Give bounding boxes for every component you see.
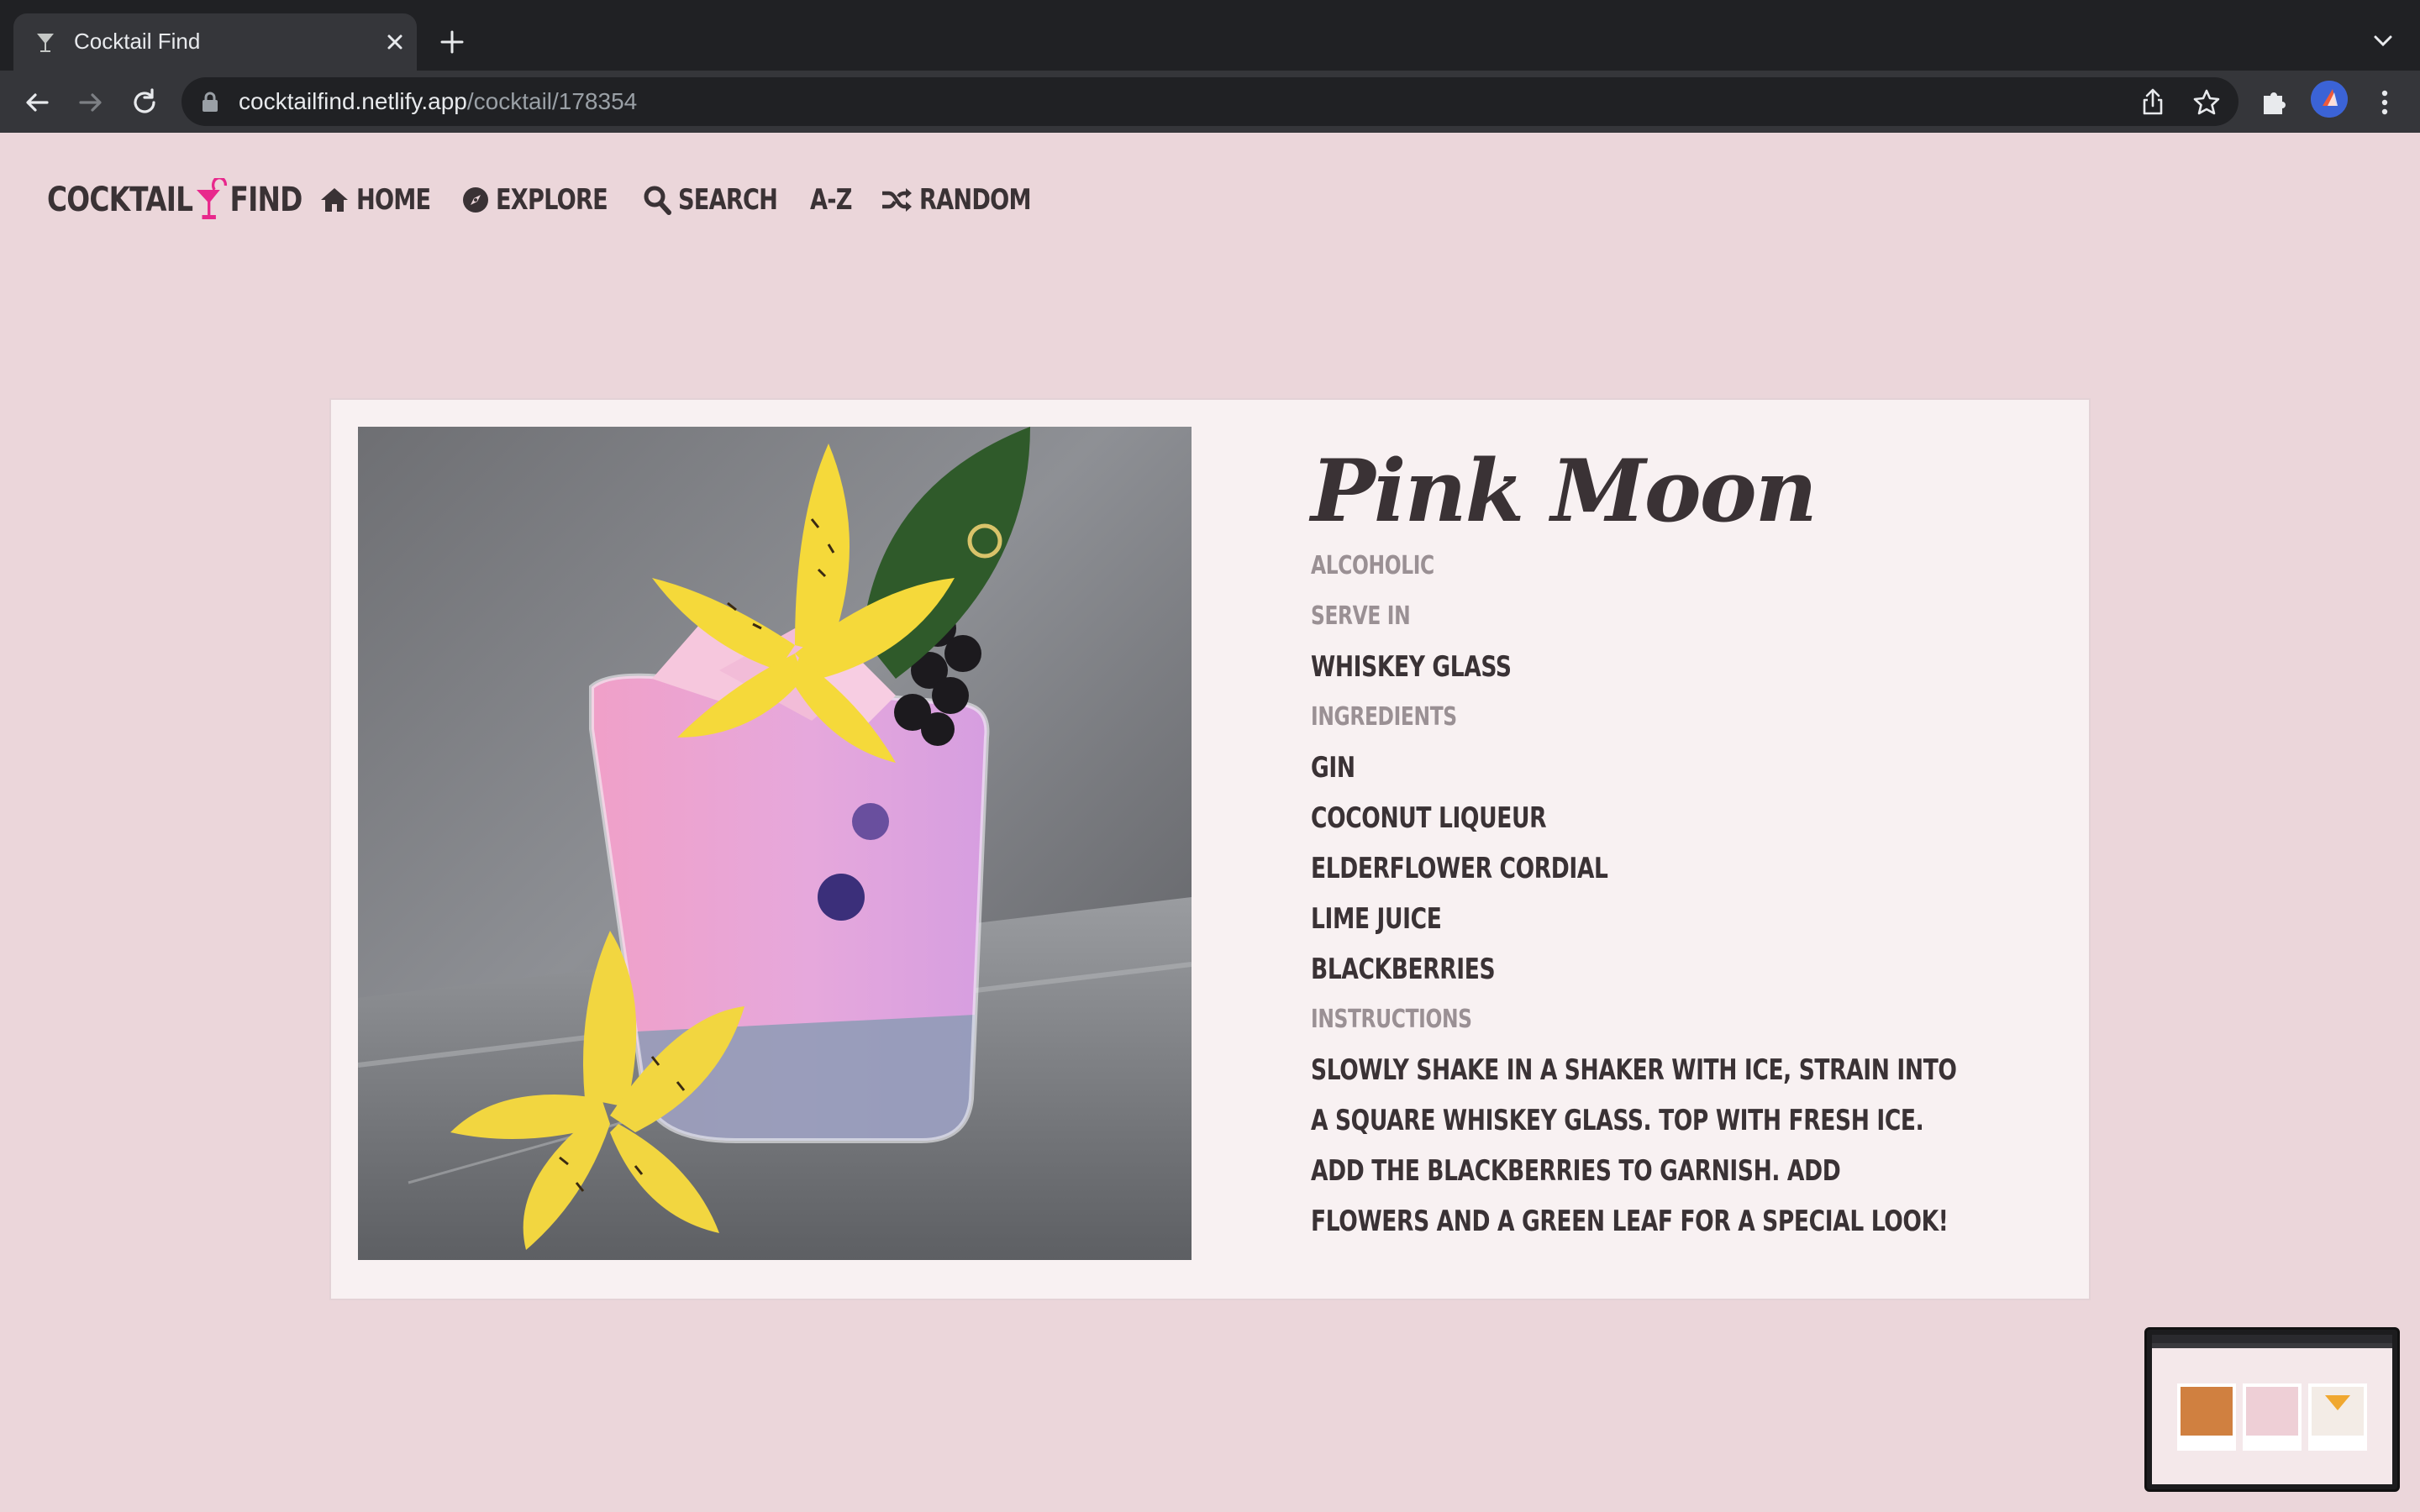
screen-preview-thumbnail[interactable] <box>2144 1327 2400 1492</box>
ingredient-item: BLACKBERRIES <box>1311 953 1496 986</box>
nav-home[interactable]: HOME <box>319 183 435 217</box>
instructions-text: SLOWLY SHAKE IN A SHAKER WITH ICE, STRAI… <box>1311 1053 1957 1238</box>
instructions-label: INSTRUCTIONS <box>1311 1005 1472 1034</box>
serve-in-label: SERVE IN <box>1311 601 1411 631</box>
cocktail-name: Pink Moon <box>1311 441 1818 542</box>
back-arrow-icon[interactable] <box>18 84 55 121</box>
nav-random[interactable]: RANDOM <box>881 183 1059 217</box>
nav-search[interactable]: SEARCH <box>643 183 784 217</box>
ingredients-list: GIN COCONUT LIQUEUR ELDERFLOWER CORDIAL … <box>1311 743 1983 995</box>
url-host: cocktailfind.netlify.app <box>239 88 467 114</box>
cocktail-glass-favicon-icon <box>37 34 54 52</box>
url-path: /cocktail/178354 <box>466 88 638 114</box>
nav-a-z[interactable]: A-Z <box>810 183 854 217</box>
reload-icon[interactable] <box>126 84 163 121</box>
cocktail-detail-card: Pink Moon ALCOHOLIC SERVE IN WHISKEY GLA… <box>329 398 2091 1300</box>
nav-search-label: SEARCH <box>677 183 778 217</box>
ingredients-label: INGREDIENTS <box>1311 702 1457 732</box>
compass-icon <box>463 187 489 213</box>
ingredient-item: ELDERFLOWER CORDIAL <box>1311 852 1608 885</box>
cocktail-photo-image <box>358 427 1192 1260</box>
nav-explore[interactable]: EXPLORE <box>462 183 615 217</box>
cocktail-details: Pink Moon ALCOHOLIC SERVE IN WHISKEY GLA… <box>1311 442 1983 1247</box>
profile-avatar-image <box>2311 81 2348 118</box>
browser-menu-kebab-icon[interactable] <box>2366 84 2403 121</box>
browser-toolbar: cocktailfind.netlify.app/cocktail/178354 <box>0 71 2420 133</box>
tab-search-chevron-icon[interactable] <box>2368 25 2398 55</box>
profile-avatar[interactable] <box>2311 81 2348 118</box>
search-icon <box>644 186 671 215</box>
cocktail-photo <box>358 427 1192 1260</box>
logo-text-left: COCKTAIL <box>47 181 193 219</box>
nav-explore-label: EXPLORE <box>496 183 608 217</box>
extensions-puzzle-icon[interactable] <box>2255 84 2292 121</box>
browser-tab-strip: Cocktail Find <box>0 0 2420 71</box>
ingredient-item: LIME JUICE <box>1311 902 1442 936</box>
close-tab-icon[interactable] <box>378 25 412 59</box>
lock-icon[interactable] <box>200 91 220 113</box>
nav-a-z-label: A-Z <box>810 183 852 217</box>
bookmark-star-icon[interactable] <box>2190 86 2223 119</box>
nav-random-label: RANDOM <box>919 183 1032 217</box>
forward-arrow-icon[interactable] <box>72 84 109 121</box>
shuffle-icon <box>882 188 913 212</box>
thumbnail-content <box>2152 1335 2392 1484</box>
new-tab-plus-icon[interactable] <box>435 25 469 59</box>
web-page: COCKTAIL FIND HOME EXPLORE SEARCH A-Z RA… <box>0 133 2420 1512</box>
thumbnail-image <box>2152 1335 2392 1451</box>
ingredient-item: GIN <box>1311 751 1355 785</box>
address-bar[interactable]: cocktailfind.netlify.app/cocktail/178354 <box>182 77 2238 126</box>
nav-home-label: HOME <box>356 183 431 217</box>
ingredient-item: COCONUT LIQUEUR <box>1311 801 1547 835</box>
logo-text-right: FIND <box>229 181 302 219</box>
url-text[interactable]: cocktailfind.netlify.app/cocktail/178354 <box>239 87 637 116</box>
cocktail-category: ALCOHOLIC <box>1311 551 1434 580</box>
site-nav: HOME EXPLORE SEARCH A-Z RANDOM <box>319 176 1059 223</box>
site-logo[interactable]: COCKTAIL FIND <box>47 175 302 225</box>
martini-glass-logo-icon <box>197 178 228 219</box>
share-icon[interactable] <box>2136 86 2170 119</box>
glass-type: WHISKEY GLASS <box>1311 650 1512 684</box>
home-icon <box>321 188 348 212</box>
tab-title: Cocktail Find <box>74 29 201 54</box>
browser-tab[interactable]: Cocktail Find <box>13 13 417 71</box>
